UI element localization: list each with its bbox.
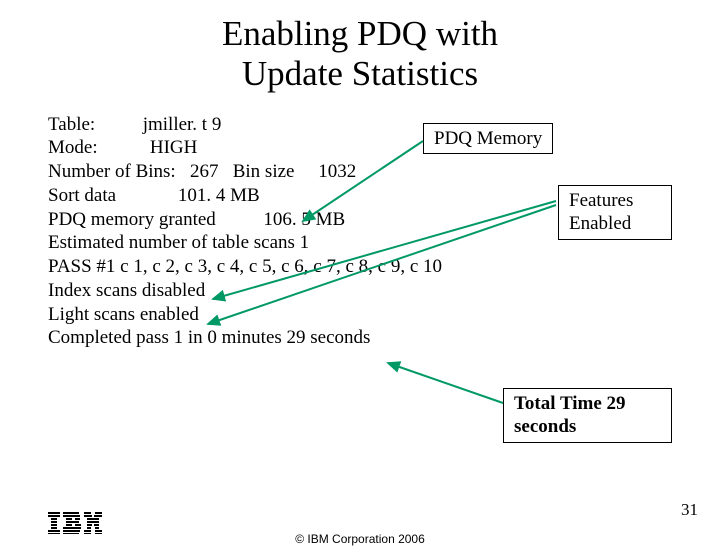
bins-value: 267 — [190, 161, 219, 182]
table-label: Table: — [48, 114, 95, 135]
slide-footer: © IBM Corporation 2006 — [0, 532, 720, 546]
copyright-text: © IBM Corporation 2006 — [0, 532, 720, 546]
sort-value: 101. 4 MB — [178, 185, 260, 206]
title-line-2: Update Statistics — [242, 54, 478, 93]
scans-line: Estimated number of table scans 1 — [48, 232, 309, 253]
pdq-label: PDQ memory granted — [48, 209, 216, 230]
complete-line: Completed pass 1 in 0 minutes 29 seconds — [48, 327, 370, 348]
page-number: 31 — [681, 500, 698, 520]
callout-total-time: Total Time 29 seconds — [503, 388, 672, 444]
callout-features-enabled: Features Enabled — [558, 185, 672, 241]
bins-label: Number of Bins: — [48, 161, 176, 182]
mode-label: Mode: — [48, 137, 98, 158]
ibm-logo — [48, 512, 102, 534]
mode-value: HIGH — [150, 137, 198, 158]
sort-label: Sort data — [48, 185, 116, 206]
callout-pdq-memory: PDQ Memory — [423, 123, 553, 155]
index-line: Index scans disabled — [48, 280, 205, 301]
table-value: jmiller. t 9 — [143, 114, 222, 135]
callout-features-label: Features Enabled — [569, 190, 633, 235]
callout-pdq-label: PDQ Memory — [434, 128, 542, 149]
slide-title: Enabling PDQ with Update Statistics — [0, 14, 720, 95]
title-line-1: Enabling PDQ with — [222, 14, 498, 53]
slide-body: Table: jmiller. t 9 Mode: HIGH Number of… — [48, 113, 672, 351]
light-line: Light scans enabled — [48, 304, 199, 325]
arrow-total-time — [388, 363, 503, 403]
callout-total-label: Total Time 29 seconds — [514, 393, 626, 438]
binsize-label: Bin size — [233, 161, 295, 182]
pass-line: PASS #1 c 1, c 2, c 3, c 4, c 5, c 6, c … — [48, 256, 442, 277]
pdq-value: 106. 5 MB — [263, 209, 345, 230]
binsize-value: 1032 — [318, 161, 356, 182]
